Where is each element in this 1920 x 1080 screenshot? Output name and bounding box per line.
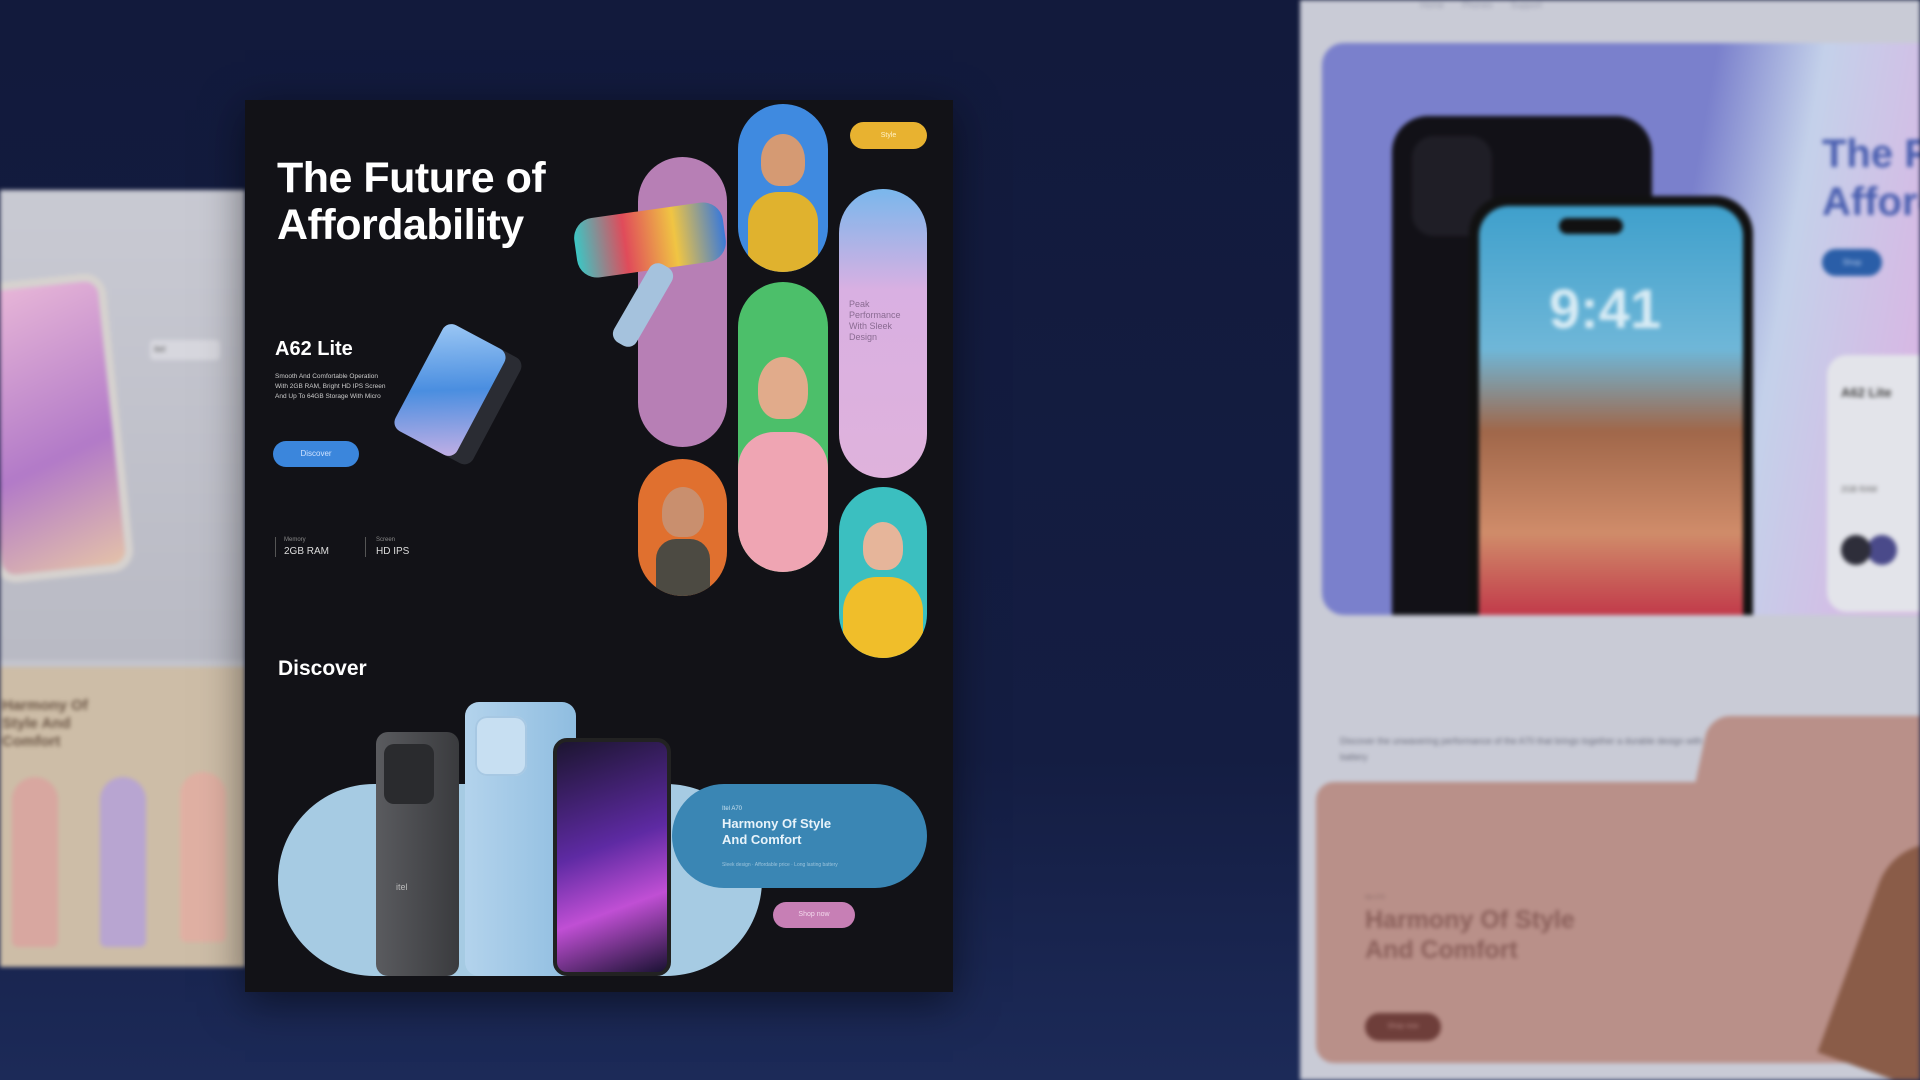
right-harmony-title: Harmony Of Style And Comfort (1365, 905, 1575, 965)
discover-product-button[interactable]: Discover (273, 441, 359, 467)
lock-screen-time: 9:41 (1549, 277, 1662, 340)
shop-now-button[interactable]: Shop now (773, 902, 855, 928)
feature-pill-text: Peak Performance With Sleek Design (849, 299, 901, 342)
right-harmony-tab (1690, 716, 1920, 806)
pill-blue-photo (738, 104, 828, 272)
style-tag-button[interactable]: Style (850, 122, 927, 149)
spec-screen: Screen HD IPS (365, 537, 409, 557)
left-brand-label: itel (150, 340, 220, 360)
phone-front-image: 9:41 (1469, 196, 1753, 615)
product-description: Smooth And Comfortable Operation With 2G… (275, 372, 386, 402)
spec-value: HD IPS (376, 546, 410, 557)
right-harmony-line1: Harmony Of Style (1365, 906, 1575, 934)
right-card-title: A62 Lite (1841, 385, 1892, 400)
left-harmony-section: Harmony Of Style And Comfort (0, 667, 245, 967)
person-image (12, 777, 58, 947)
nav-item[interactable]: Home (1420, 0, 1444, 10)
harmony-title: Harmony Of Style And Comfort (722, 816, 831, 848)
pill-green-photo (738, 282, 828, 572)
phone-gray-image: itel (376, 732, 459, 976)
spec-label: Screen (376, 537, 396, 543)
left-harmony-title: Harmony Of Style And Comfort (2, 697, 88, 750)
product-name: A62 Lite (275, 338, 353, 360)
hero-title: The Future of Affordability (277, 154, 546, 249)
pill-orange-photo (638, 459, 727, 596)
left-hero: itel (0, 190, 245, 660)
right-harmony-button[interactable]: Shop now (1365, 1013, 1441, 1041)
landing-page-card: The Future of Affordability A62 Lite Smo… (245, 100, 953, 992)
hero-title-line2: Affordability (277, 201, 524, 249)
right-hero-line1: The F (1822, 132, 1920, 176)
right-preview-panel: Home Phones Support 9:41 The F Afford Sh… (1300, 0, 1920, 1080)
left-preview-panel: itel Harmony Of Style And Comfort (0, 190, 245, 967)
a62-phone-image (390, 320, 510, 460)
right-card-spec: 2GB RAM (1841, 485, 1878, 494)
phone-brand: itel (396, 882, 408, 892)
person-image (100, 777, 146, 947)
right-hero-button[interactable]: Shop (1822, 249, 1882, 276)
nav-item[interactable]: Support (1511, 0, 1543, 10)
discover-heading: Discover (278, 657, 367, 680)
harmony-title-line2: And Comfort (722, 832, 802, 847)
harmony-eyebrow: Itel A70 (722, 806, 743, 812)
phone-screen-image (553, 738, 671, 976)
harmony-banner: Itel A70 Harmony Of Style And Comfort Sl… (672, 784, 927, 888)
right-hero-title: The F Afford (1822, 130, 1920, 226)
right-nav: Home Phones Support (1420, 0, 1542, 10)
harmony-title-line1: Harmony Of Style (722, 816, 832, 831)
person-image (180, 772, 226, 942)
right-product-card: A62 Lite 2GB RAM (1827, 355, 1920, 612)
harmony-subtext: Sleek design · Affordable price · Long l… (722, 862, 838, 868)
right-hero-line2: Afford (1822, 180, 1920, 224)
left-phone-image (0, 271, 136, 585)
hero-title-line1: The Future of (277, 154, 546, 202)
description-line: Smooth And Comfortable Operation (275, 373, 378, 380)
right-description: Discover the unwavering performance of t… (1340, 736, 1732, 762)
spec-label: Memory (284, 537, 306, 543)
right-harmony-eyebrow: Itel A70 (1365, 895, 1386, 901)
description-line: And Up To 64GB Storage With Micro (275, 393, 381, 400)
feature-pill: Peak Performance With Sleek Design (839, 189, 927, 478)
spec-value: 2GB RAM (284, 546, 330, 557)
spec-memory: Memory 2GB RAM (275, 537, 329, 557)
pill-teal-photo (839, 487, 927, 658)
right-harmony-line2: And Comfort (1365, 936, 1518, 964)
description-line: With 2GB RAM, Bright HD IPS Screen (275, 383, 386, 390)
nav-item[interactable]: Phones (1462, 0, 1493, 10)
color-swatches[interactable] (1841, 535, 1871, 565)
